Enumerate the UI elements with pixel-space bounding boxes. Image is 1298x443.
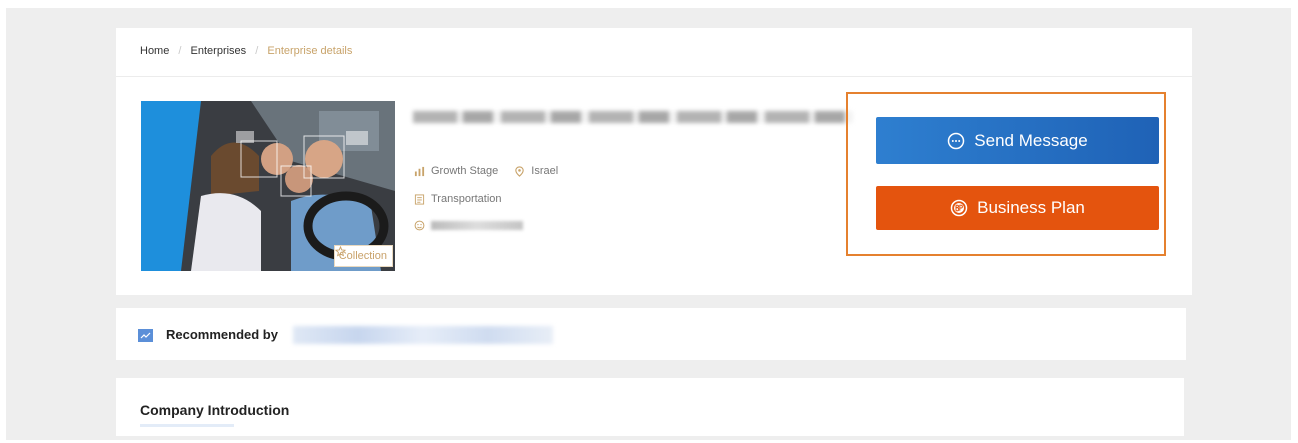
document-icon <box>414 193 425 205</box>
chat-bubble-icon <box>948 132 965 149</box>
redacted-value <box>431 221 523 230</box>
breadcrumb-separator: / <box>255 45 259 57</box>
title-underline <box>140 424 234 427</box>
meta-row-stage-location: Growth Stage Israel <box>414 165 558 177</box>
face-icon <box>414 220 425 231</box>
bar-chart-icon <box>414 166 425 176</box>
collection-label: Collection <box>338 250 387 262</box>
meta-row-industry: Transportation <box>414 193 502 205</box>
collection-button[interactable]: Collection <box>333 245 393 267</box>
industry: Transportation <box>431 193 502 205</box>
recommended-card: Recommended by <box>116 308 1186 360</box>
breadcrumb-separator: / <box>178 45 182 57</box>
star-icon <box>334 246 346 257</box>
send-message-button[interactable]: Send Message <box>876 117 1159 164</box>
growth-stage: Growth Stage <box>431 165 499 177</box>
bp-badge-icon <box>950 199 968 217</box>
enterprise-photo: Collection <box>141 101 395 271</box>
recommend-icon <box>138 329 153 342</box>
breadcrumb-current: Enterprise details <box>267 45 353 57</box>
recommended-by-label: Recommended by <box>166 327 278 342</box>
business-plan-button[interactable]: Business Plan <box>876 186 1159 230</box>
meta-row-redacted <box>414 220 523 231</box>
breadcrumb-home[interactable]: Home <box>140 45 169 57</box>
breadcrumb-enterprises[interactable]: Enterprises <box>191 45 247 57</box>
company-introduction-title: Company Introduction <box>140 402 290 418</box>
send-message-label: Send Message <box>974 130 1088 150</box>
recommender-redacted <box>293 326 553 344</box>
business-plan-label: Business Plan <box>977 198 1085 217</box>
breadcrumb-bar: Home / Enterprises / Enterprise details <box>116 28 1192 77</box>
location: Israel <box>531 165 559 177</box>
breadcrumb: Home / Enterprises / Enterprise details <box>140 45 352 57</box>
location-pin-icon <box>515 165 524 177</box>
company-name-redacted <box>413 111 853 123</box>
company-introduction-card: Company Introduction <box>116 378 1184 436</box>
